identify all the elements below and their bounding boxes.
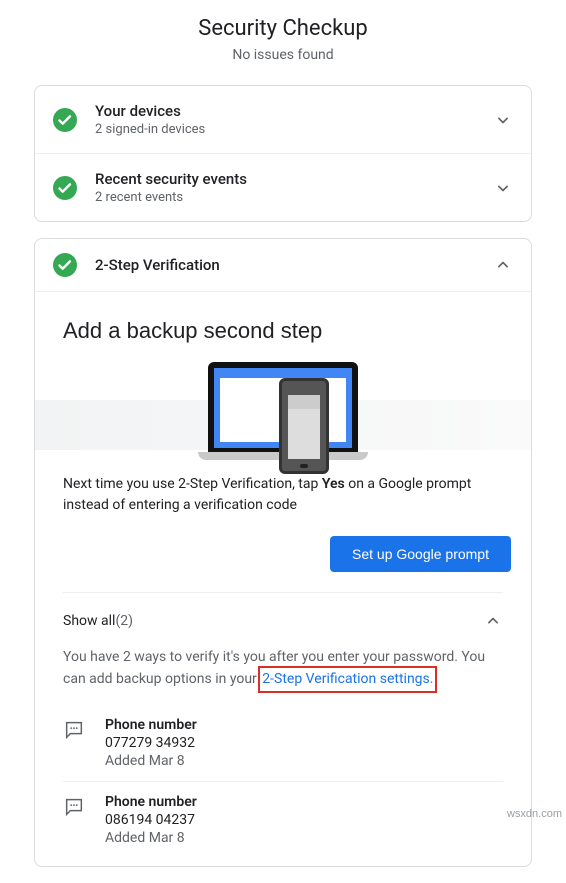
page-subtitle: No issues found [0,47,566,63]
chevron-up-icon [483,611,503,631]
sms-icon [63,719,91,769]
row-body: Recent security events 2 recent events [95,170,493,205]
showall-description: You have 2 ways to verify it's you after… [63,647,503,691]
check-icon [53,253,77,277]
method-added: Added Mar 8 [105,830,197,846]
devices-illustration [63,362,503,454]
row-body: Your devices 2 signed-in devices [95,102,493,137]
row-body: 2-Step Verification [95,256,493,274]
method-added: Added Mar 8 [105,753,197,769]
two-step-settings-link[interactable]: 2-Step Verification settings. [262,671,433,687]
method-body: Phone number 086194 04237 Added Mar 8 [105,794,197,846]
check-icon [53,108,77,132]
collapsed-card: Your devices 2 signed-in devices Recent … [34,85,532,222]
check-icon [53,176,77,200]
showall-count: (2) [115,613,133,629]
page-title: Security Checkup [0,16,566,41]
two-step-verification-card: 2-Step Verification Add a backup second … [34,238,532,867]
sms-icon [63,796,91,846]
two-step-header[interactable]: 2-Step Verification [35,239,531,291]
method-value: 077279 34932 [105,735,197,751]
highlight-box: 2-Step Verification settings. [258,666,437,693]
setup-google-prompt-button[interactable]: Set up Google prompt [330,536,511,572]
watermark: wsxdn.com [507,808,562,820]
tip-bold: Yes [322,476,345,492]
chevron-down-icon [493,178,513,198]
showall-label: Show all [63,613,115,629]
row-subtitle: 2 signed-in devices [95,122,493,137]
showall-section: Show all (2) You have 2 ways to verify i… [63,592,503,866]
recent-security-events-row[interactable]: Recent security events 2 recent events [35,153,531,221]
button-row: Set up Google prompt [63,536,511,572]
your-devices-row[interactable]: Your devices 2 signed-in devices [35,86,531,153]
backup-heading: Add a backup second step [63,318,503,344]
method-body: Phone number 077279 34932 Added Mar 8 [105,717,197,769]
method-title: Phone number [105,717,197,733]
backup-section: Add a backup second step Next time you u… [35,291,531,866]
tip-prefix: Next time you use 2-Step Verification, t… [63,476,322,492]
method-title: Phone number [105,794,197,810]
phone-icon [279,378,329,474]
verification-method: Phone number 077279 34932 Added Mar 8 [63,705,503,781]
chevron-up-icon [493,255,513,275]
showall-header[interactable]: Show all (2) [63,611,503,631]
row-title: Recent security events [95,170,493,188]
backup-tip: Next time you use 2-Step Verification, t… [63,474,503,516]
row-title: 2-Step Verification [95,256,493,274]
row-subtitle: 2 recent events [95,190,493,205]
chevron-down-icon [493,110,513,130]
method-value: 086194 04237 [105,812,197,828]
row-title: Your devices [95,102,493,120]
verification-method: Phone number 086194 04237 Added Mar 8 [63,781,503,858]
